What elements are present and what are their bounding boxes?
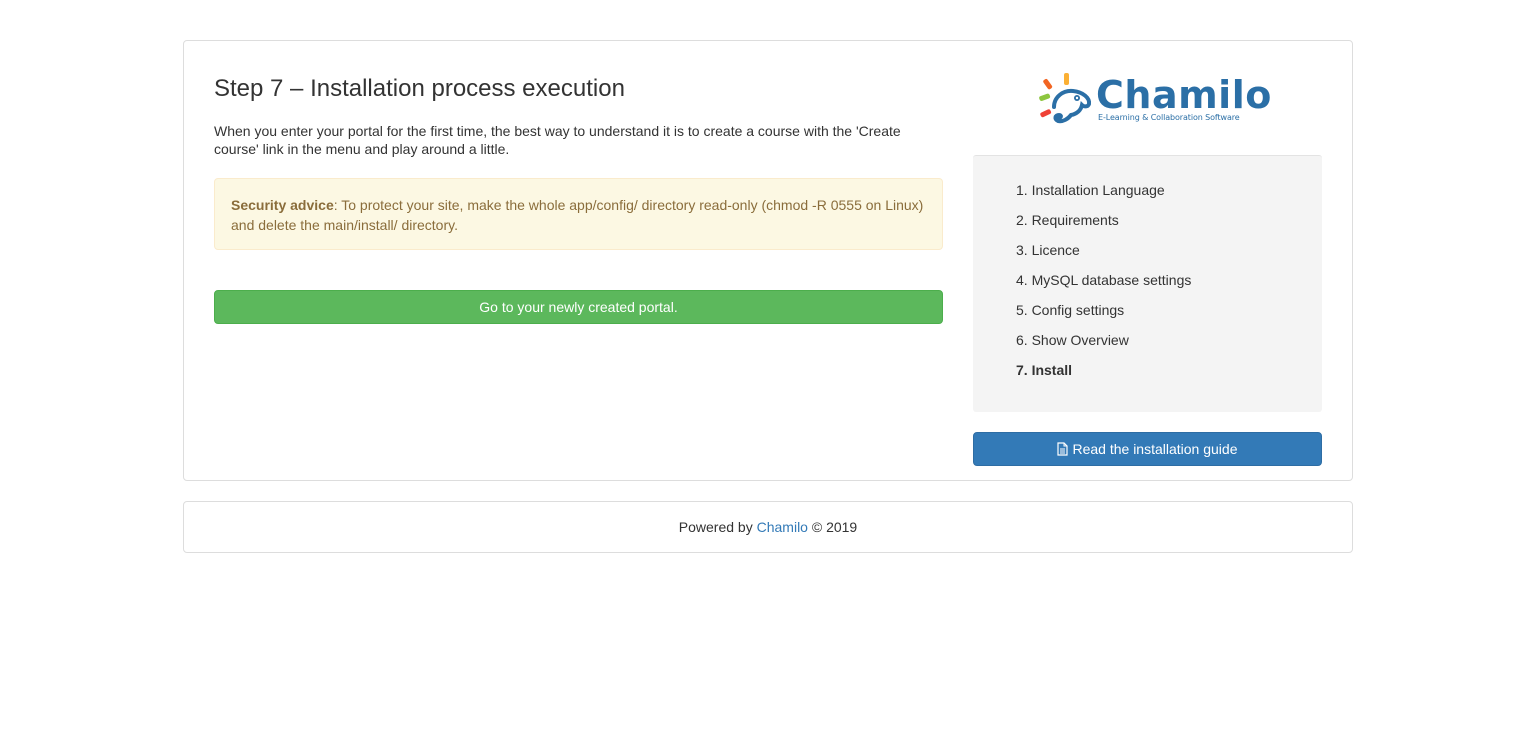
steps-list: 1. Installation Language 2. Requirements… <box>1016 180 1191 390</box>
alert-label: Security advice <box>231 197 334 213</box>
step-item: 3. Licence <box>1016 242 1080 258</box>
footer: Powered by Chamilo © 2019 <box>183 501 1353 553</box>
chamilo-logo: Chamilo E-Learning & Collaboration Softw… <box>1037 73 1271 129</box>
footer-prefix: Powered by <box>678 519 757 535</box>
logo-name: Chamilo <box>1096 73 1272 117</box>
step-item: 2. Requirements <box>1016 212 1119 228</box>
step-item: 1. Installation Language <box>1016 182 1165 198</box>
go-to-portal-button[interactable]: Go to your newly created portal. <box>214 290 943 324</box>
footer-copyright: © 2019 <box>807 519 858 535</box>
step-item: 4. MySQL database settings <box>1016 272 1192 288</box>
installation-panel: Step 7 – Installation process execution … <box>183 40 1353 481</box>
logo-tagline: E-Learning & Collaboration Software <box>1098 113 1240 122</box>
page-title: Step 7 – Installation process execution <box>214 75 625 102</box>
file-text-icon <box>1057 435 1069 467</box>
step-item: 5. Config settings <box>1016 302 1125 318</box>
read-installation-guide-button[interactable]: Read the installation guide <box>973 432 1322 466</box>
steps-panel: 1. Installation Language 2. Requirements… <box>973 155 1322 412</box>
chamilo-link[interactable]: Chamilo <box>757 519 808 535</box>
guide-button-label: Read the installation guide <box>1072 441 1238 457</box>
security-alert: Security advice: To protect your site, m… <box>214 178 943 250</box>
step-item: 6. Show Overview <box>1016 332 1129 348</box>
step-item-active: 7. Install <box>1016 362 1073 378</box>
alert-text: : To protect your site, make the whole a… <box>231 197 924 233</box>
chameleon-icon <box>1039 73 1092 124</box>
intro-text: When you enter your portal for the first… <box>214 123 901 157</box>
